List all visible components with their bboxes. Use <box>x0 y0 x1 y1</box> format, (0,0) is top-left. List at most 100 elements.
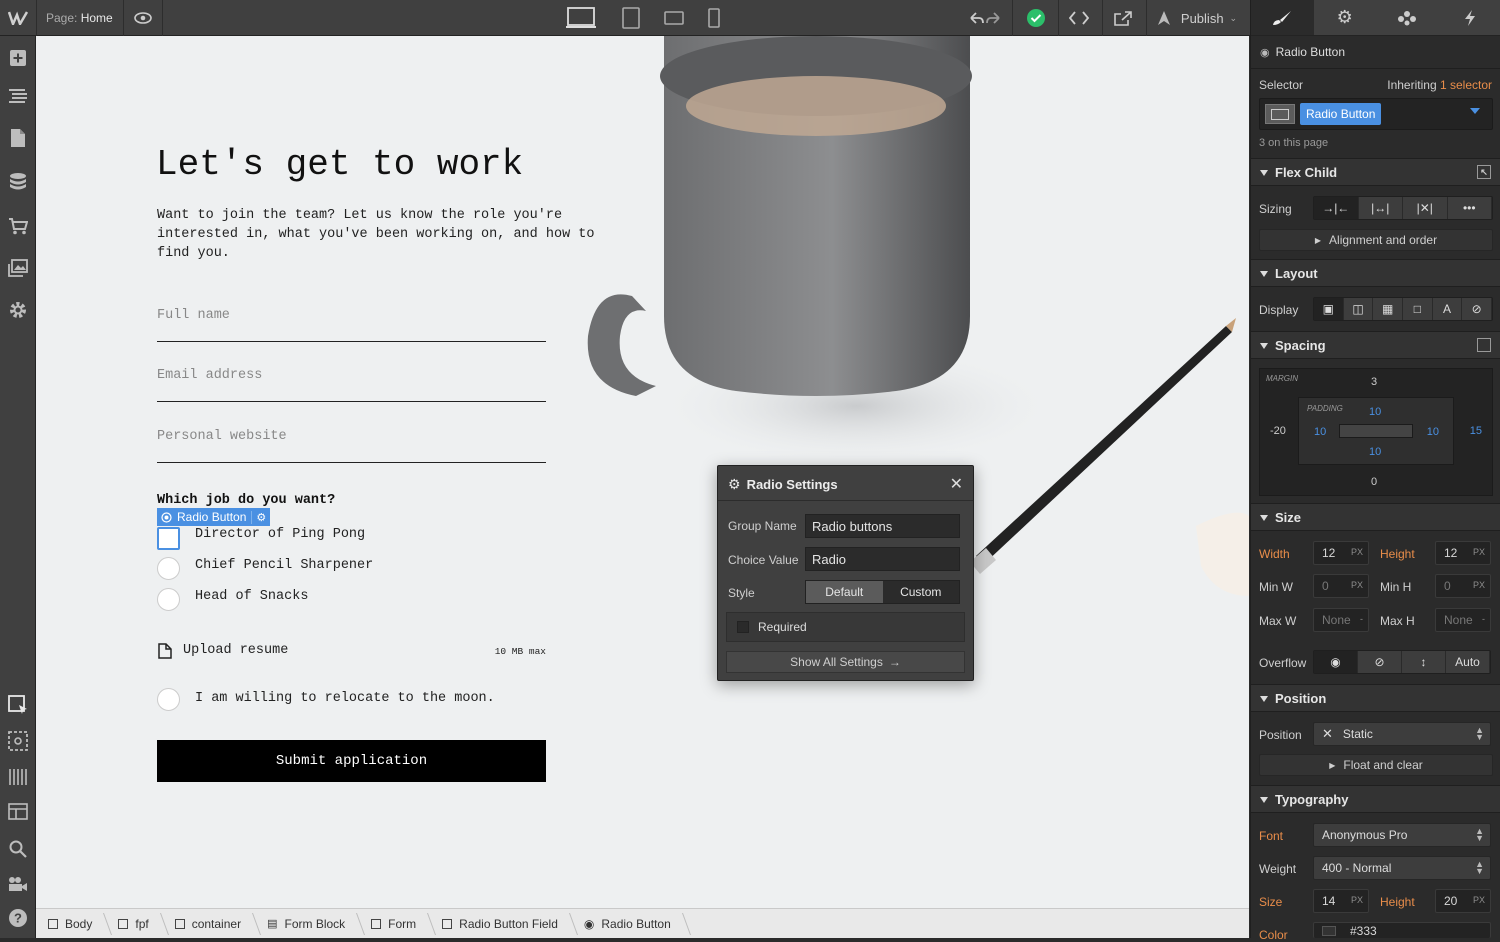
settings-gear-icon[interactable] <box>0 292 36 328</box>
more-options-icon[interactable]: ••• <box>1448 197 1493 219</box>
layout-preview-icon[interactable] <box>0 795 36 831</box>
publish-status-check-icon[interactable] <box>1017 0 1055 36</box>
font-size-input[interactable]: 14PX <box>1313 889 1369 913</box>
min-height-input[interactable]: 0PX <box>1435 574 1491 598</box>
spacing-box-icon[interactable] <box>1477 338 1491 352</box>
breadcrumb-body[interactable]: Body <box>36 909 106 939</box>
height-input[interactable]: 12PX <box>1435 541 1491 565</box>
weight-select[interactable]: 400 - Normal ▲▼ <box>1313 856 1491 880</box>
grow-icon[interactable]: |↔| <box>1359 197 1404 219</box>
selector-field[interactable]: Radio Button <box>1259 98 1493 130</box>
export-icon[interactable] <box>1104 0 1142 36</box>
video-tutorials-icon[interactable] <box>0 866 36 902</box>
relocate-checkbox[interactable] <box>157 688 180 711</box>
element-settings-gear-icon[interactable]: ⚙ <box>251 511 266 524</box>
max-width-input[interactable]: None- <box>1313 608 1369 632</box>
search-icon[interactable] <box>0 831 36 867</box>
padding-bottom[interactable]: 10 <box>1369 446 1381 458</box>
display-inline-icon[interactable]: A <box>1433 298 1463 320</box>
no-shrink-icon[interactable]: |✕| <box>1403 197 1448 219</box>
overflow-auto-button[interactable]: Auto <box>1446 651 1490 673</box>
width-input[interactable]: 12PX <box>1313 541 1369 565</box>
radio-snacks[interactable] <box>157 588 180 611</box>
display-flex-icon[interactable]: ◫ <box>1344 298 1374 320</box>
max-height-unit[interactable]: - <box>1482 614 1485 624</box>
padding-right[interactable]: 10 <box>1427 426 1439 438</box>
section-spacing[interactable]: Spacing <box>1251 331 1500 359</box>
selector-state-icon[interactable] <box>1265 104 1295 124</box>
overflow-visible-eye-icon[interactable]: ◉ <box>1314 651 1358 673</box>
required-checkbox[interactable] <box>737 621 749 633</box>
tablet-view-icon[interactable] <box>615 0 647 36</box>
min-height-unit[interactable]: PX <box>1473 580 1485 590</box>
overflow-scroll-icon[interactable]: ↕ <box>1402 651 1446 673</box>
line-height-unit[interactable]: PX <box>1473 895 1485 905</box>
min-width-input[interactable]: 0PX <box>1313 574 1369 598</box>
display-inline-block-icon[interactable]: □ <box>1403 298 1433 320</box>
height-unit[interactable]: PX <box>1473 547 1485 557</box>
breadcrumb-fpf[interactable]: fpf <box>106 909 162 939</box>
expand-arrow-icon[interactable]: ↖ <box>1477 165 1491 179</box>
cms-database-icon[interactable] <box>0 164 36 200</box>
padding-top[interactable]: 10 <box>1369 406 1381 418</box>
navigator-icon[interactable] <box>0 78 36 114</box>
breadcrumb-form-block[interactable]: ▤Form Block <box>255 909 359 939</box>
radio-pencil[interactable] <box>157 557 180 580</box>
interactions-bolt-icon[interactable] <box>1439 0 1500 35</box>
undo-redo-icon[interactable] <box>964 0 1006 36</box>
add-panel-icon[interactable] <box>0 40 36 76</box>
margin-right[interactable]: 15 <box>1470 425 1482 437</box>
selector-dropdown-icon[interactable] <box>1470 108 1480 114</box>
page-selector[interactable]: Page: Home <box>46 0 116 36</box>
section-size[interactable]: Size <box>1251 503 1500 531</box>
color-input[interactable]: #333 <box>1313 922 1491 938</box>
submit-button[interactable]: Submit application <box>157 740 546 782</box>
group-name-input[interactable]: Radio buttons <box>805 514 960 538</box>
max-height-input[interactable]: None- <box>1435 608 1491 632</box>
choice-value-input[interactable]: Radio <box>805 547 960 571</box>
margin-left[interactable]: -20 <box>1270 425 1286 437</box>
padding-left[interactable]: 10 <box>1314 426 1326 438</box>
pages-icon[interactable] <box>0 120 36 156</box>
preview-eye-icon[interactable] <box>124 0 162 36</box>
design-canvas[interactable]: Let's get to work Want to join the team?… <box>36 36 1249 908</box>
position-select[interactable]: ✕Static ▲▼ <box>1313 722 1491 746</box>
style-manager-icon[interactable] <box>1376 0 1439 35</box>
full-name-input[interactable]: Full name <box>157 300 546 342</box>
selected-element-tag[interactable]: Radio Button ⚙ <box>157 508 270 526</box>
float-clear-button[interactable]: ▶Float and clear <box>1259 754 1493 776</box>
breadcrumb-radio-button[interactable]: ◉Radio Button <box>572 909 685 939</box>
assets-images-icon[interactable] <box>0 250 36 286</box>
mobile-landscape-icon[interactable] <box>658 0 690 36</box>
inheriting-link[interactable]: 1 selector <box>1440 78 1492 92</box>
shrink-icon[interactable]: →|← <box>1314 197 1359 219</box>
style-custom-button[interactable]: Custom <box>883 581 960 603</box>
upload-resume-row[interactable]: Upload resume 10 MB max <box>157 642 546 662</box>
color-swatch[interactable] <box>1322 926 1336 936</box>
breadcrumb-form[interactable]: Form <box>359 909 430 939</box>
margin-bottom[interactable]: 0 <box>1371 476 1377 488</box>
breadcrumb-container[interactable]: container <box>163 909 255 939</box>
display-none-icon[interactable]: ⊘ <box>1462 298 1492 320</box>
desktop-view-icon[interactable] <box>561 0 601 36</box>
required-row[interactable]: Required <box>726 612 965 642</box>
margin-top[interactable]: 3 <box>1371 376 1377 388</box>
email-input[interactable]: Email address <box>157 360 546 402</box>
section-typography[interactable]: Typography <box>1251 785 1500 813</box>
style-brush-icon[interactable] <box>1251 0 1314 35</box>
display-block-icon[interactable]: ▣ <box>1314 298 1344 320</box>
ecommerce-cart-icon[interactable] <box>0 208 36 244</box>
breadcrumb-radio-field[interactable]: Radio Button Field <box>430 909 572 939</box>
inheriting-info[interactable]: Inheriting 1 selector <box>1387 78 1492 92</box>
section-layout[interactable]: Layout <box>1251 259 1500 287</box>
alignment-order-button[interactable]: ▶Alignment and order <box>1259 229 1493 251</box>
overflow-hidden-icon[interactable]: ⊘ <box>1358 651 1402 673</box>
webflow-logo-icon[interactable] <box>0 0 36 36</box>
website-input[interactable]: Personal website <box>157 421 546 463</box>
display-grid-icon[interactable]: ▦ <box>1373 298 1403 320</box>
help-icon[interactable]: ? <box>0 900 36 936</box>
selection-box-icon[interactable] <box>0 723 36 759</box>
font-select[interactable]: Anonymous Pro ▲▼ <box>1313 823 1491 847</box>
selector-chip[interactable]: Radio Button <box>1300 103 1381 125</box>
code-view-icon[interactable] <box>1060 0 1098 36</box>
